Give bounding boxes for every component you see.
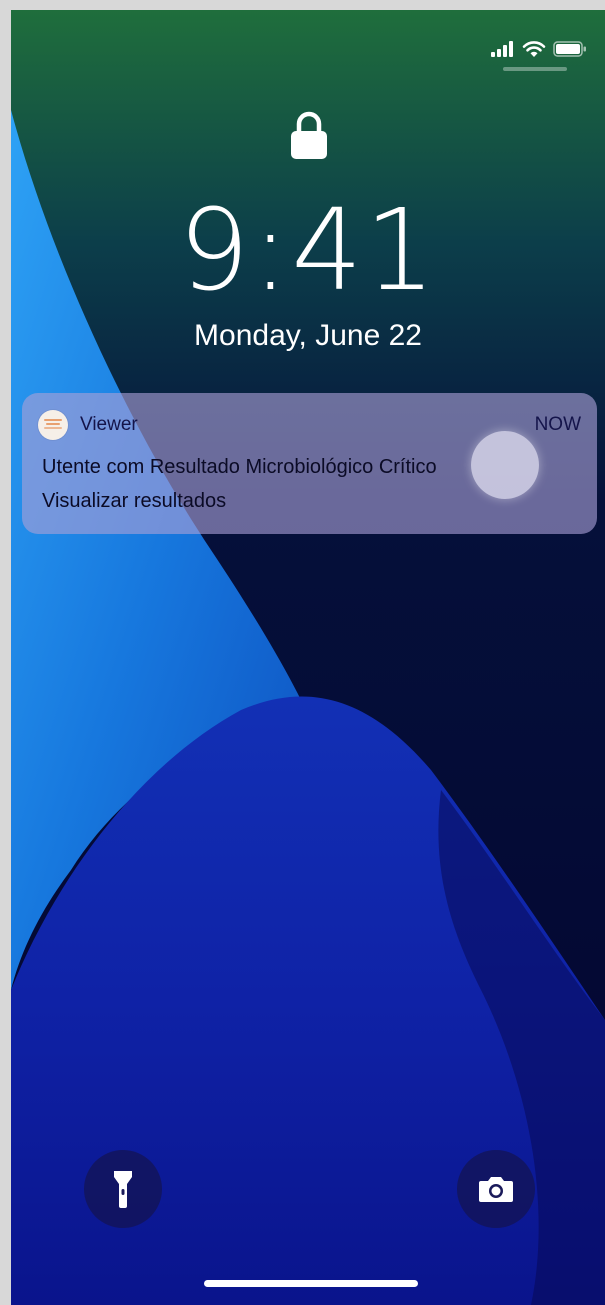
battery-icon	[553, 41, 586, 57]
notification-time: NOW	[534, 414, 581, 435]
viewer-app-icon	[38, 410, 68, 440]
flashlight-icon	[114, 1171, 132, 1208]
notification-body: Visualizar resultados	[42, 490, 227, 512]
camera-button[interactable]	[457, 1150, 535, 1228]
home-indicator[interactable]	[204, 1280, 418, 1287]
notification-title: Utente com Resultado Microbiológico Crít…	[42, 456, 437, 478]
status-bar	[491, 40, 587, 58]
lock-screen: 9:41 Monday, June 22 Viewer NOW Utente c…	[11, 10, 605, 1305]
cellular-signal-icon	[491, 41, 513, 57]
notification-app-name: Viewer	[80, 414, 138, 435]
lock-icon	[291, 111, 327, 159]
status-divider	[503, 67, 567, 71]
date-label: Monday, June 22	[194, 319, 422, 352]
touch-indicator	[471, 431, 539, 499]
wifi-icon	[522, 41, 546, 57]
clock-time: 9:41	[178, 186, 438, 316]
camera-icon	[479, 1177, 513, 1202]
flashlight-button[interactable]	[84, 1150, 162, 1228]
